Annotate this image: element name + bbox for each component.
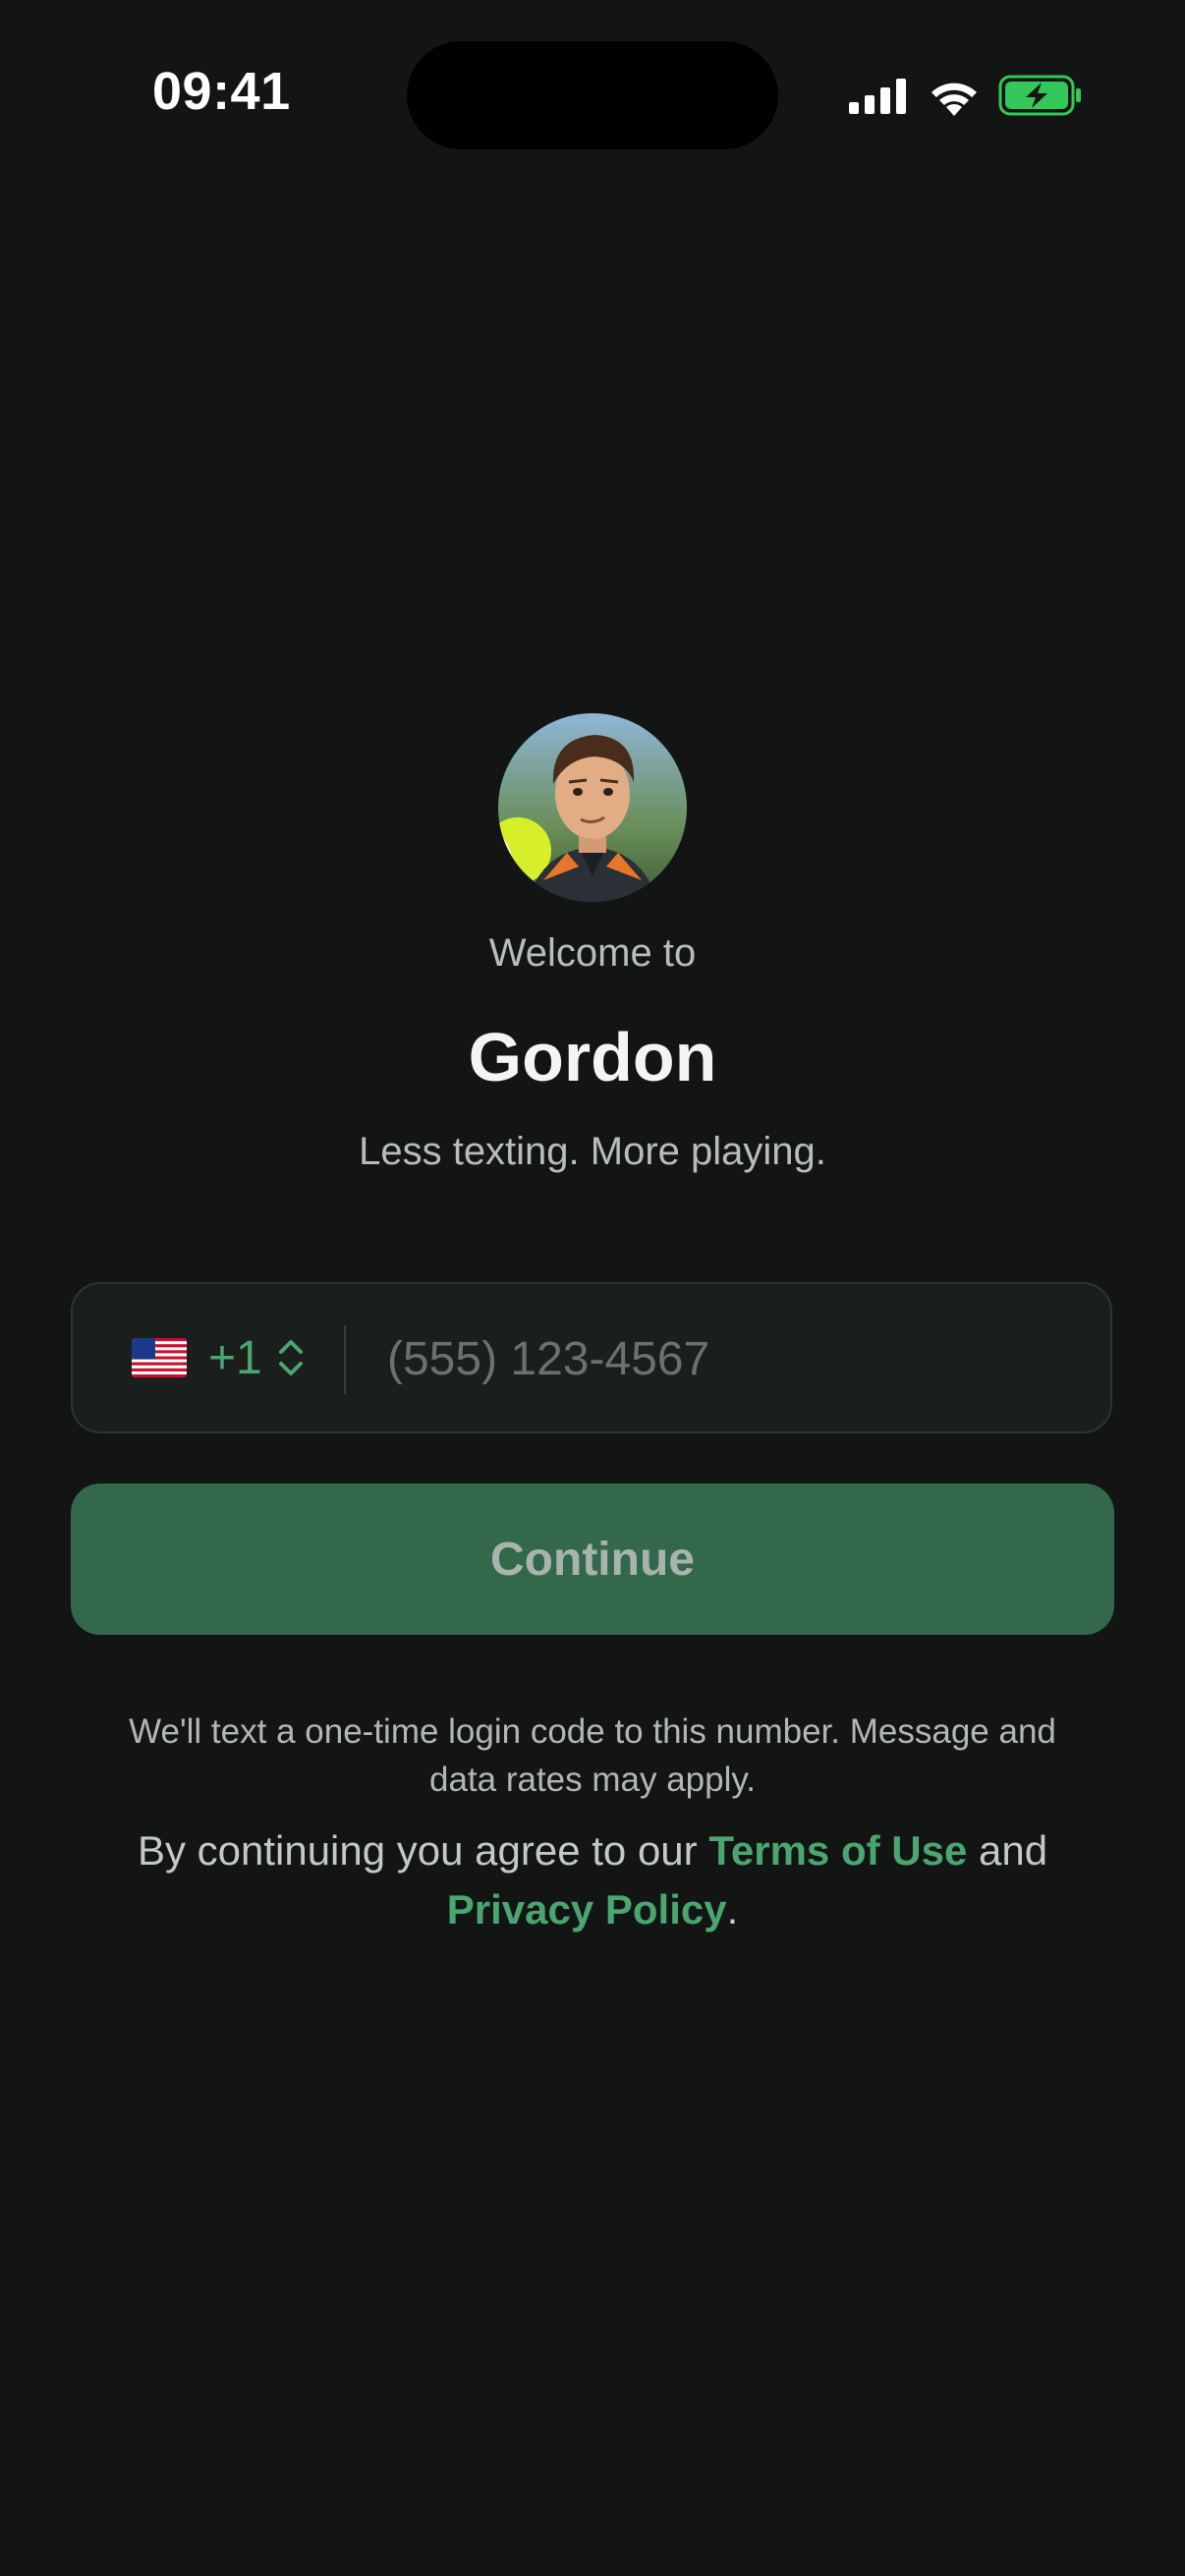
legal-suffix: . bbox=[726, 1886, 739, 1932]
chevron-up-down-icon bbox=[278, 1340, 303, 1375]
battery-charging-icon bbox=[998, 75, 1081, 116]
legal-prefix: By continuing you agree to our bbox=[137, 1827, 709, 1874]
dial-code: +1 bbox=[208, 1331, 262, 1384]
status-time: 09:41 bbox=[152, 62, 291, 121]
avatar bbox=[498, 713, 687, 902]
field-divider bbox=[344, 1325, 346, 1394]
legal-notice: By continuing you agree to our Terms of … bbox=[79, 1821, 1106, 1939]
phone-number-input[interactable] bbox=[385, 1284, 1077, 1433]
sms-disclaimer: We'll text a one-time login code to this… bbox=[129, 1712, 1056, 1799]
terms-of-use-link[interactable]: Terms of Use bbox=[708, 1827, 967, 1874]
wifi-icon bbox=[931, 83, 977, 116]
login-screen: 09:41 Welcome to Gordon Less texting. Mo… bbox=[0, 0, 1185, 2576]
phone-field: +1 bbox=[71, 1282, 1112, 1433]
country-code-picker[interactable]: +1 bbox=[132, 1284, 306, 1431]
welcome-text: Welcome to bbox=[488, 931, 697, 975]
app-name: Gordon bbox=[468, 1019, 717, 1095]
dynamic-island bbox=[407, 41, 778, 149]
privacy-policy-link[interactable]: Privacy Policy bbox=[447, 1886, 727, 1932]
avatar-illustration bbox=[498, 713, 687, 902]
legal-middle: and bbox=[967, 1827, 1048, 1874]
tagline: Less texting. More playing. bbox=[359, 1130, 826, 1173]
us-flag-icon bbox=[132, 1338, 187, 1377]
continue-button[interactable]: Continue bbox=[71, 1484, 1114, 1635]
cellular-signal-icon bbox=[849, 79, 906, 114]
status-icons bbox=[847, 71, 1083, 120]
